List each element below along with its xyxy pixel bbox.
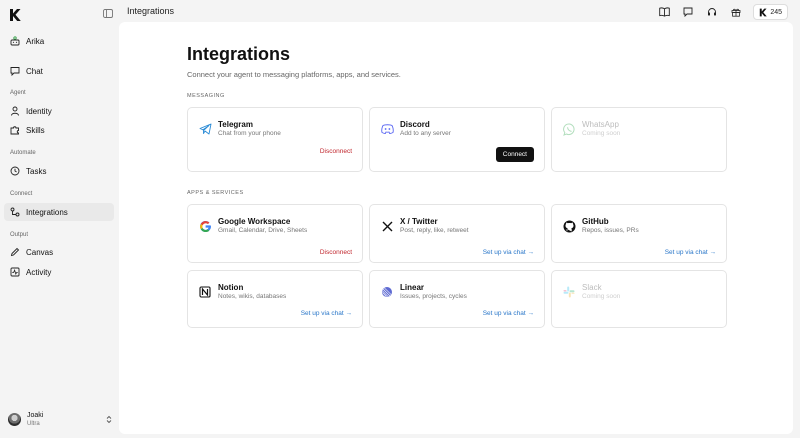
app-logo[interactable] (9, 8, 21, 22)
user-name: Joaki (27, 411, 44, 419)
section-label-agent: Agent (10, 90, 26, 96)
card-title: Telegram (218, 120, 253, 129)
person-icon (11, 106, 19, 116)
integration-card-google-workspace[interactable]: Google Workspace Gmail, Calendar, Drive,… (187, 204, 363, 263)
card-title: Slack (582, 283, 602, 292)
book-icon[interactable] (657, 5, 671, 19)
clock-icon (10, 166, 20, 176)
chat-bubble-icon[interactable] (681, 5, 695, 19)
notion-icon (198, 285, 212, 299)
setup-via-chat-link[interactable]: Set up via chat → (665, 249, 716, 256)
card-description: Add to any server (400, 130, 451, 137)
card-description: Repos, issues, PRs (582, 227, 639, 234)
chat-icon (10, 67, 20, 76)
top-bar: Integrations 245 (0, 0, 800, 22)
credits-logo-icon (760, 8, 768, 16)
agent-icon (10, 36, 20, 46)
card-description: Gmail, Calendar, Drive, Sheets (218, 227, 308, 234)
credits-badge[interactable]: 245 (753, 4, 788, 20)
puzzle-icon (10, 126, 19, 135)
card-description: Coming soon (582, 293, 621, 300)
sidebar-toggle-icon[interactable] (103, 9, 113, 18)
section-label-messaging: MESSAGING (187, 93, 225, 99)
gift-icon[interactable] (729, 5, 743, 19)
sidebar-item-label: Integrations (26, 207, 68, 217)
sidebar-item-canvas[interactable]: Canvas (4, 243, 114, 261)
integration-card-telegram[interactable]: Telegram Chat from your phone Disconnect (187, 107, 363, 172)
discord-icon (380, 122, 394, 136)
sidebar-item-label: Activity (26, 267, 52, 277)
card-title: Notion (218, 283, 244, 292)
integrations-icon (10, 207, 20, 217)
card-description: Post, reply, like, retweet (400, 227, 469, 234)
sidebar-item-identity[interactable]: Identity (4, 102, 114, 120)
card-description: Notes, wikis, databases (218, 293, 287, 300)
integration-card-whatsapp: WhatsApp Coming soon (551, 107, 727, 172)
disconnect-button[interactable]: Disconnect (320, 249, 352, 256)
card-title: X / Twitter (400, 217, 438, 226)
page-title: Integrations (187, 44, 291, 64)
integration-card-x-twitter[interactable]: X / Twitter Post, reply, like, retweet S… (369, 204, 545, 263)
sidebar-item-label: Skills (26, 125, 45, 135)
top-actions: 245 (657, 4, 788, 20)
sidebar-item-label: Canvas (26, 247, 54, 257)
disconnect-button[interactable]: Disconnect (320, 148, 352, 155)
sidebar-item-label: Tasks (26, 166, 47, 176)
sidebar-item-label: Chat (26, 66, 43, 76)
card-title: Discord (400, 120, 430, 129)
card-title: Linear (400, 283, 425, 292)
page-subtitle: Connect your agent to messaging platform… (187, 70, 401, 79)
slack-icon (562, 285, 576, 299)
setup-via-chat-link[interactable]: Set up via chat → (301, 310, 352, 317)
integration-card-discord[interactable]: Discord Add to any server Connect (369, 107, 545, 172)
whatsapp-icon (562, 122, 576, 136)
chevron-up-down-icon (106, 415, 112, 423)
card-title: GitHub (582, 217, 609, 226)
pen-icon (10, 247, 20, 257)
page-breadcrumb: Integrations (127, 6, 175, 16)
section-label-output: Output (10, 232, 29, 238)
sidebar-item-skills[interactable]: Skills (4, 121, 114, 139)
telegram-icon (198, 122, 212, 136)
sidebar-item-integrations[interactable]: Integrations (4, 203, 114, 221)
user-plan: Ultra (27, 420, 40, 427)
sidebar-item-agent[interactable]: Arika (4, 32, 114, 50)
card-title: Google Workspace (218, 217, 291, 226)
card-description: Chat from your phone (218, 130, 281, 137)
section-label-connect: Connect (10, 191, 33, 197)
github-icon (562, 219, 576, 233)
sidebar-item-chat[interactable]: Chat (4, 62, 114, 80)
connect-button[interactable]: Connect (495, 147, 534, 162)
sidebar: Arika Chat Agent Identity Skills Automat… (0, 22, 118, 438)
card-title: WhatsApp (582, 120, 619, 129)
activity-icon (10, 267, 20, 277)
avatar (8, 412, 21, 426)
main-panel: Integrations Connect your agent to messa… (119, 22, 793, 434)
integration-card-slack: Slack Coming soon (551, 270, 727, 328)
section-label-automate: Automate (10, 150, 36, 156)
credits-count: 245 (770, 8, 782, 16)
integration-card-github[interactable]: GitHub Repos, issues, PRs Set up via cha… (551, 204, 727, 263)
x-icon (380, 219, 394, 233)
sidebar-item-tasks[interactable]: Tasks (4, 162, 114, 180)
sidebar-item-activity[interactable]: Activity (4, 263, 114, 281)
card-description: Issues, projects, cycles (400, 293, 467, 300)
setup-via-chat-link[interactable]: Set up via chat → (483, 310, 534, 317)
headset-icon[interactable] (705, 5, 719, 19)
sidebar-item-label: Arika (26, 36, 45, 46)
google-icon (198, 219, 212, 233)
card-description: Coming soon (582, 130, 621, 137)
setup-via-chat-link[interactable]: Set up via chat → (483, 249, 534, 256)
linear-icon (380, 285, 394, 299)
section-label-apps: APPS & SERVICES (187, 190, 244, 196)
integration-card-notion[interactable]: Notion Notes, wikis, databases Set up vi… (187, 270, 363, 328)
integration-card-linear[interactable]: Linear Issues, projects, cycles Set up v… (369, 270, 545, 328)
user-menu[interactable]: Joaki Ultra (8, 408, 112, 430)
sidebar-item-label: Identity (26, 106, 52, 116)
